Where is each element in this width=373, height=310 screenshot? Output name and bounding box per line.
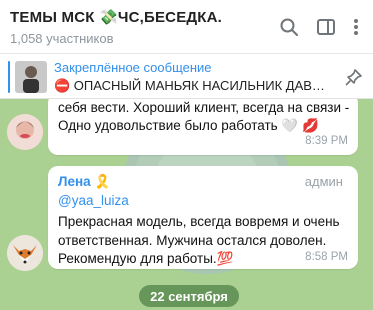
date-divider: 22 сентября [139,285,239,307]
member-count: 1,058 участников [10,31,114,46]
more-icon[interactable] [343,14,369,40]
message-bubble[interactable]: Лена 🎗️ админ @yaa_luiza Прекрасная моде… [48,166,358,269]
columns-icon[interactable] [313,14,339,40]
pinned-thumbnail [15,61,47,93]
pinned-label: Закреплённое сообщение [54,60,212,75]
message-time: 8:39 PM [305,135,348,147]
message-time: 8:58 PM [305,251,348,263]
pinned-text: ⛔ ОПАСНЫЙ МАНЬЯК НАСИЛЬНИК ДАВ… [54,78,325,93]
message-text: себя вести. Хороший клиент, всегда на св… [58,100,350,133]
mention-link[interactable]: @yaa_luiza [58,193,129,208]
sender-name[interactable]: Лена 🎗️ [58,174,111,190]
chat-header: ТЕМЫ МСК 💸ЧС,БЕСЕДКА. 1,058 участников [0,0,373,53]
chat-area[interactable]: себя вести. Хороший клиент, всегда на св… [0,99,373,310]
pin-list-icon[interactable] [345,68,363,91]
avatar[interactable] [7,114,43,150]
admin-badge: админ [304,174,343,189]
message-bubble[interactable]: себя вести. Хороший клиент, всегда на св… [48,99,358,155]
chat-title[interactable]: ТЕМЫ МСК 💸ЧС,БЕСЕДКА. [10,8,222,26]
search-icon[interactable] [276,14,302,40]
avatar[interactable] [7,235,43,271]
pinned-message-bar[interactable]: Закреплённое сообщение ⛔ ОПАСНЫЙ МАНЬЯК … [0,53,373,99]
pinned-indicator [8,61,10,93]
